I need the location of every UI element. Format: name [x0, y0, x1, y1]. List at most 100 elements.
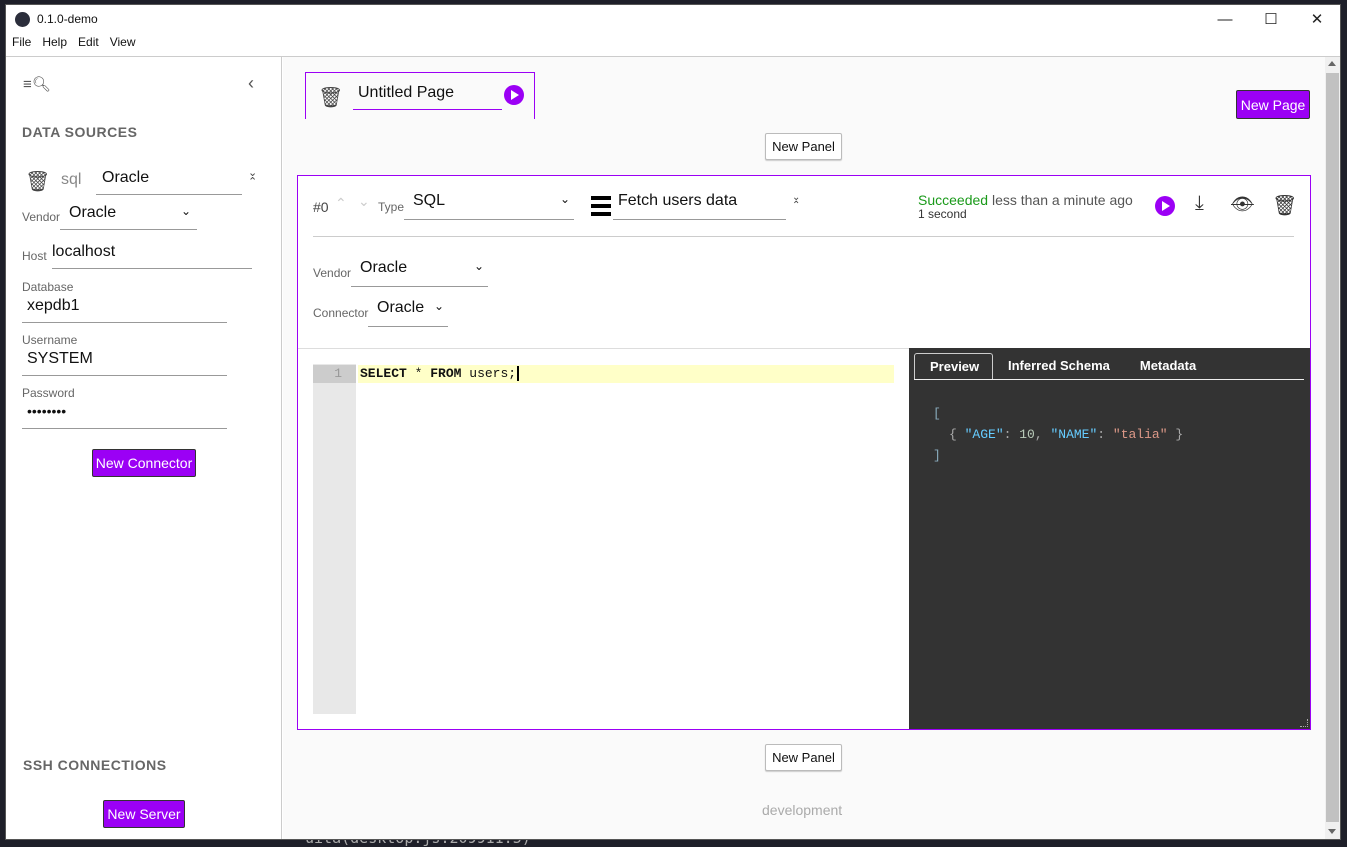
ssh-connections-title: SSH CONNECTIONS: [23, 757, 167, 773]
password-input[interactable]: ••••••••: [22, 403, 227, 429]
delete-panel-icon[interactable]: 🗑︎: [1272, 193, 1297, 218]
panel-name-input[interactable]: Fetch users data: [613, 192, 786, 220]
app-icon: [15, 11, 30, 27]
output-pane: Preview Inferred Schema Metadata [ { "AG…: [909, 348, 1310, 729]
new-panel-button-bottom[interactable]: New Panel: [765, 744, 842, 771]
maximize-button[interactable]: ☐: [1248, 5, 1294, 33]
type-value: SQL: [413, 192, 446, 209]
keyword-from: FROM: [430, 366, 462, 381]
status-time: less than a minute ago: [991, 192, 1133, 208]
code-line[interactable]: SELECT * FROM users;: [358, 365, 894, 383]
type-label: Type: [378, 200, 405, 214]
hide-panel-icon[interactable]: 👁︎: [1231, 194, 1254, 215]
json-rbrace: }: [1175, 427, 1184, 442]
database-label: Database: [22, 280, 74, 294]
new-server-button[interactable]: New Server: [103, 800, 185, 828]
output-tabs: Preview Inferred Schema Metadata: [914, 353, 1304, 380]
scrollbar[interactable]: [1325, 57, 1340, 839]
panel-menu-icon[interactable]: [591, 196, 611, 216]
close-button[interactable]: ✕: [1294, 5, 1340, 33]
move-up-icon[interactable]: ⌃: [335, 195, 347, 212]
search-list-icon[interactable]: ≡🔍︎: [23, 75, 51, 93]
connector-value: Oracle: [377, 299, 425, 316]
line-gutter: [313, 364, 356, 714]
menu-file[interactable]: File: [6, 35, 36, 49]
delete-page-icon[interactable]: 🗑︎: [318, 85, 343, 110]
collapse-sidebar-icon[interactable]: ‹: [248, 73, 254, 94]
chevron-down-icon: ⌄: [433, 299, 444, 313]
menu-view[interactable]: View: [104, 35, 141, 49]
connector-select[interactable]: Oracle ⌄: [368, 299, 448, 327]
page-tab[interactable]: 🗑︎ Untitled Page: [305, 72, 535, 119]
panel-vendor-select[interactable]: Oracle ⌄: [351, 259, 488, 287]
menu-bar: File Help Edit View: [6, 35, 141, 49]
vendor-select[interactable]: Oracle ⌄: [60, 204, 197, 230]
json-key-name: "NAME": [1050, 427, 1098, 442]
new-page-button[interactable]: New Page: [1236, 90, 1310, 119]
panel: #0 ⌃ ⌄ Type SQL ⌄ Fetch users data ⌄ ⌃ Suc…: [297, 175, 1311, 730]
source-type: sql: [61, 171, 82, 188]
panel-index: #0: [313, 199, 329, 215]
json-row: { "AGE": 10, "NAME": "talia" }: [949, 427, 1184, 442]
chevron-down-icon: ⌄: [473, 259, 484, 273]
sidebar: ≡🔍︎ ‹ DATA SOURCES 🗑︎ sql Oracle ⌄ ⌃ Vend…: [6, 57, 282, 839]
json-lbrace: {: [949, 427, 957, 442]
password-label: Password: [22, 386, 75, 400]
json-key-age: "AGE": [964, 427, 1004, 442]
tab-inferred-schema[interactable]: Inferred Schema: [993, 353, 1125, 379]
username-label: Username: [22, 333, 78, 347]
panel-vendor-value: Oracle: [360, 259, 408, 276]
preview-json: [ { "AGE": 10, "NAME": "talia" } ]: [933, 403, 1183, 466]
source-name-input[interactable]: Oracle: [96, 169, 242, 195]
page-name-input[interactable]: Untitled Page: [353, 84, 502, 110]
code-editor[interactable]: 1 SELECT * FROM users;: [298, 348, 909, 729]
expand-source-icon[interactable]: ⌄ ⌃: [248, 168, 257, 188]
status-succeeded: Succeeded: [918, 192, 989, 208]
minimize-button[interactable]: —: [1202, 5, 1248, 33]
run-panel-button[interactable]: [1155, 196, 1175, 216]
new-panel-button-top[interactable]: New Panel: [765, 133, 842, 160]
json-open: [: [933, 406, 941, 421]
code-table: users;: [469, 366, 517, 381]
line-number: 1: [313, 365, 356, 383]
app-window: 0.1.0-demo — ☐ ✕ File Help Edit View ≡🔍︎…: [5, 4, 1341, 840]
window-title: 0.1.0-demo: [37, 12, 98, 26]
header-divider: [313, 236, 1294, 237]
panel-vendor-label: Vendor: [313, 266, 352, 280]
tab-metadata[interactable]: Metadata: [1125, 353, 1211, 379]
run-page-button[interactable]: [504, 85, 524, 105]
data-sources-title: DATA SOURCES: [22, 124, 138, 140]
new-connector-button[interactable]: New Connector: [92, 449, 196, 477]
chevron-down-icon: ⌄: [559, 192, 570, 206]
expand-panel-icon[interactable]: ⌄ ⌃: [792, 193, 800, 211]
move-down-icon[interactable]: ⌄: [358, 193, 370, 210]
type-select[interactable]: SQL ⌄: [404, 192, 574, 220]
json-value-age: 10: [1019, 427, 1035, 442]
keyword-select: SELECT: [360, 366, 407, 381]
run-duration: 1 second: [918, 207, 967, 221]
vendor-value: Oracle: [69, 204, 117, 221]
download-icon[interactable]: ⤓: [1195, 192, 1204, 215]
menu-help[interactable]: Help: [36, 35, 72, 49]
database-input[interactable]: xepdb1: [22, 297, 227, 323]
delete-source-icon[interactable]: 🗑︎: [25, 169, 50, 194]
chevron-down-icon: ⌄: [180, 204, 191, 218]
menu-edit[interactable]: Edit: [72, 35, 104, 49]
host-label: Host: [22, 249, 47, 263]
environment-label: development: [762, 802, 843, 818]
title-bar: 0.1.0-demo: [6, 5, 1340, 33]
json-value-name: "talia": [1112, 427, 1168, 442]
username-input[interactable]: SYSTEM: [22, 350, 227, 376]
text-cursor: [517, 366, 520, 381]
tab-preview[interactable]: Preview: [914, 353, 993, 379]
scrollbar-thumb[interactable]: [1326, 73, 1339, 822]
code-star: *: [414, 366, 423, 381]
json-close: ]: [933, 448, 941, 463]
resize-handle[interactable]: [1300, 719, 1308, 727]
main-area: 🗑︎ Untitled Page New Page New Panel #0 ⌃…: [283, 57, 1325, 839]
scroll-up-icon[interactable]: [1328, 61, 1336, 66]
host-input[interactable]: localhost: [52, 243, 252, 269]
panel-status: Succeeded less than a minute ago: [918, 192, 1133, 208]
connector-label: Connector: [313, 306, 369, 320]
scroll-down-icon[interactable]: [1328, 829, 1336, 834]
